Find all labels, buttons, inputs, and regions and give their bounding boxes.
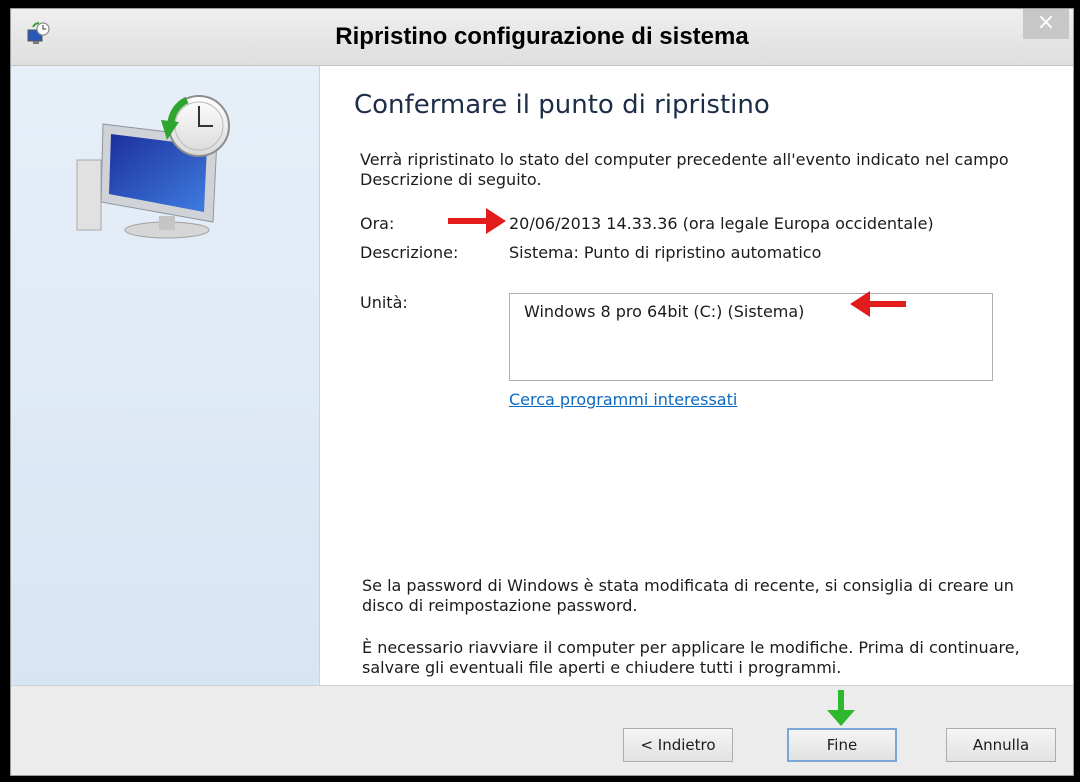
drives-label: Unità: xyxy=(360,293,408,312)
restart-note: È necessario riavviare il computer per a… xyxy=(362,638,1020,677)
monitor-clock-icon xyxy=(76,95,230,239)
intro-text: Verrà ripristinato lo stato del computer… xyxy=(360,150,1009,189)
description-label: Descrizione: xyxy=(360,243,459,262)
sidebar-panel xyxy=(11,66,320,685)
red-arrow-left-icon xyxy=(850,291,906,317)
time-value: 20/06/2013 14.33.36 (ora legale Europa o… xyxy=(509,214,934,233)
red-arrow-right-icon xyxy=(448,208,506,234)
window-title: Ripristino configurazione di sistema xyxy=(335,23,749,50)
main-content: Confermare il punto di ripristino Verrà … xyxy=(320,66,1073,685)
search-affected-programs-link[interactable]: Cerca programmi interessati xyxy=(509,390,737,409)
title-bar[interactable]: Ripristino configurazione di sistema × xyxy=(11,9,1073,66)
password-note: Se la password di Windows è stata modifi… xyxy=(362,576,1014,615)
close-button[interactable]: × xyxy=(1023,9,1069,39)
page-heading: Confermare il punto di ripristino xyxy=(354,90,770,120)
button-bar: < Indietro Fine Annulla xyxy=(11,685,1073,775)
description-value: Sistema: Punto di ripristino automatico xyxy=(509,243,822,262)
back-button[interactable]: < Indietro xyxy=(623,728,733,762)
dialog-window: Ripristino configurazione di sistema × C… xyxy=(10,8,1074,776)
green-arrow-down-icon xyxy=(827,690,855,726)
time-label: Ora: xyxy=(360,214,395,233)
cancel-button[interactable]: Annulla xyxy=(946,728,1056,762)
drives-list[interactable]: Windows 8 pro 64bit (C:) (Sistema) xyxy=(509,293,993,381)
list-item[interactable]: Windows 8 pro 64bit (C:) (Sistema) xyxy=(524,302,804,321)
finish-button[interactable]: Fine xyxy=(787,728,897,762)
